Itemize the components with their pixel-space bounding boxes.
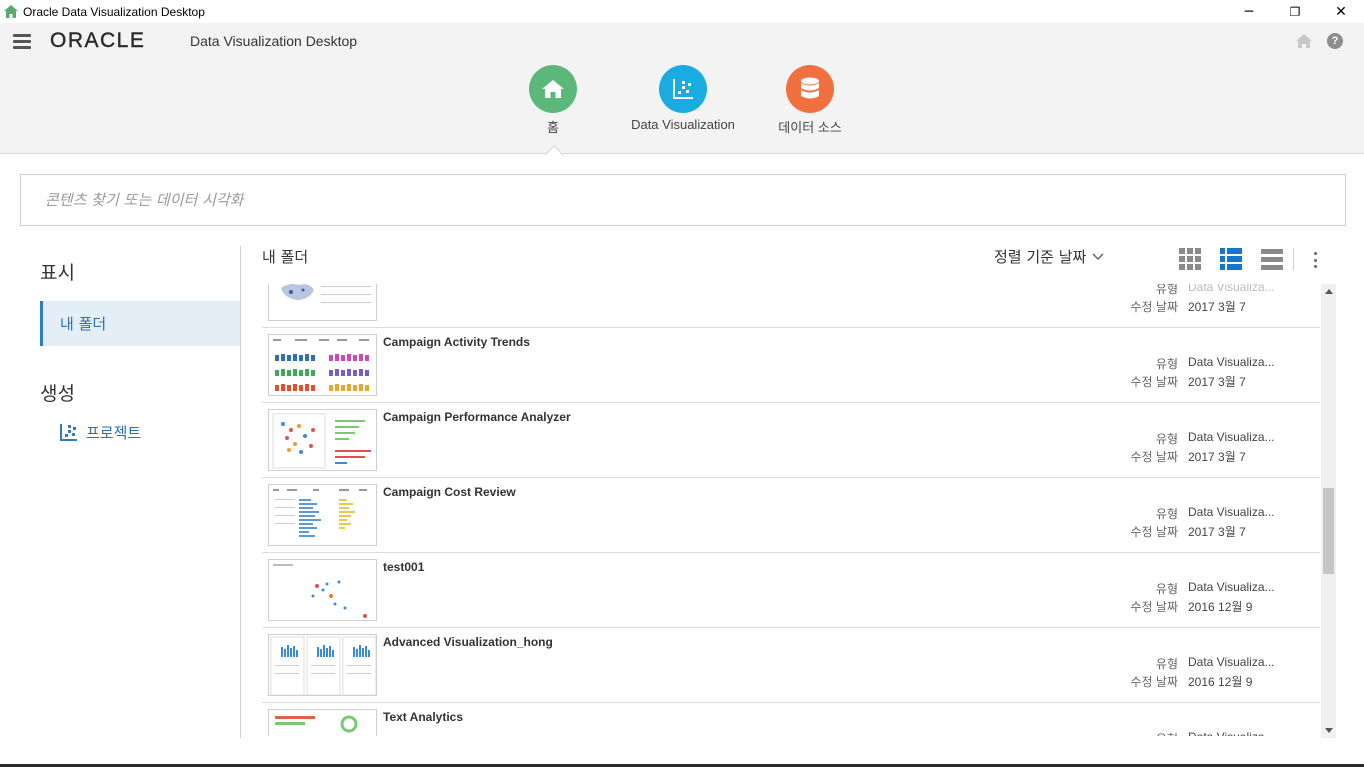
list-item[interactable]: Campaign Activity Trends 유형 Data Visualiz… bbox=[262, 328, 1320, 403]
display-heading: 표시 bbox=[40, 262, 75, 284]
type-label: 유형 bbox=[1155, 284, 1178, 296]
item-name[interactable]: Campaign Activity Trends bbox=[383, 335, 530, 349]
modified-label: 수정 날짜 bbox=[1130, 525, 1179, 539]
list-item[interactable]: Campaign Cost Review 유형 Data Visualiza...… bbox=[262, 478, 1320, 553]
maximize-button[interactable]: ❐ bbox=[1272, 0, 1318, 23]
app-home-icon bbox=[4, 5, 18, 19]
database-icon bbox=[786, 65, 834, 113]
item-type: Data Visualiza... bbox=[1188, 580, 1275, 594]
nav-data-visualization[interactable]: Data Visualization bbox=[624, 65, 742, 132]
oracle-logo: ORACLE bbox=[50, 29, 146, 52]
nav-data-sources[interactable]: 데이터 소스 bbox=[770, 65, 850, 136]
item-type: Data Visualiza... bbox=[1188, 655, 1275, 669]
item-modified: 2017 3월 7 bbox=[1188, 525, 1246, 539]
modified-label: 수정 날짜 bbox=[1130, 450, 1179, 464]
list-view-icon[interactable] bbox=[1260, 247, 1284, 271]
type-label: 유형 bbox=[1155, 507, 1178, 521]
item-type: Data Visualiza... bbox=[1188, 730, 1284, 736]
content-list: 유형 Data Visualiza... 수정 날짜 2017 3월 7 Campa… bbox=[262, 284, 1320, 736]
thumbnail-image bbox=[268, 634, 377, 696]
nav-data-sources-label: 데이터 소스 bbox=[778, 120, 842, 135]
item-type: Data Visualiza... bbox=[1188, 355, 1275, 369]
modified-label: 수정 날짜 bbox=[1130, 375, 1179, 389]
list-item[interactable]: Campaign Performance Analyzer 유형 Data Vis… bbox=[262, 403, 1320, 478]
create-project-label: 프로젝트 bbox=[86, 424, 142, 442]
app-header: ORACLE Data Visualization Desktop ? 홈 Da… bbox=[0, 23, 1364, 154]
folder-title: 내 폴더 bbox=[262, 248, 309, 266]
nav-home[interactable]: 홈 bbox=[529, 65, 577, 136]
active-nav-caret bbox=[545, 145, 563, 155]
item-type: Data Visualiza... bbox=[1188, 284, 1275, 294]
sort-label: 정렬 기준 날짜 bbox=[994, 248, 1087, 266]
nav-home-label: 홈 bbox=[547, 120, 559, 135]
close-button[interactable]: ✕ bbox=[1318, 0, 1364, 23]
sort-dropdown[interactable]: 정렬 기준 날짜 bbox=[994, 246, 1104, 267]
thumbnail-image bbox=[268, 409, 377, 471]
type-label: 유형 bbox=[1155, 657, 1178, 671]
thumbnail-image bbox=[268, 334, 377, 396]
thumbnail-image bbox=[268, 559, 377, 621]
item-modified: 2017 3월 7 bbox=[1188, 450, 1246, 464]
grid-view-icon[interactable] bbox=[1178, 247, 1202, 271]
minimize-button[interactable]: ─ bbox=[1226, 0, 1272, 23]
item-name[interactable]: Campaign Performance Analyzer bbox=[383, 410, 571, 424]
help-icon[interactable]: ? bbox=[1327, 33, 1343, 49]
chevron-down-icon bbox=[1092, 252, 1104, 260]
product-name: Data Visualization Desktop bbox=[190, 33, 358, 49]
item-modified: 2016 12월 9 bbox=[1188, 675, 1253, 689]
sidebar-item-my-folder[interactable]: 내 폴더 bbox=[40, 301, 240, 346]
search-box bbox=[20, 174, 1346, 226]
type-label: 유형 bbox=[1123, 730, 1178, 736]
modified-label: 수정 날짜 bbox=[1130, 300, 1179, 314]
hamburger-menu-icon[interactable] bbox=[13, 34, 31, 49]
sidebar-item-label: 내 폴더 bbox=[60, 315, 107, 333]
project-icon bbox=[60, 424, 77, 441]
window-title: Oracle Data Visualization Desktop bbox=[23, 4, 205, 19]
window-titlebar: Oracle Data Visualization Desktop ─ ❐ ✕ bbox=[0, 0, 1364, 23]
list-item[interactable]: test001 유형 Data Visualiza... 수정 날짜 2016 12… bbox=[262, 553, 1320, 628]
modified-label: 수정 날짜 bbox=[1130, 600, 1179, 614]
modified-label: 수정 날짜 bbox=[1130, 675, 1179, 689]
item-name[interactable]: test001 bbox=[383, 560, 424, 574]
detail-list-view-icon[interactable] bbox=[1219, 247, 1243, 271]
scroll-down-icon[interactable] bbox=[1321, 723, 1336, 738]
item-type: Data Visualiza... bbox=[1188, 505, 1275, 519]
scroll-thumb[interactable] bbox=[1323, 488, 1334, 574]
item-name[interactable]: Campaign Cost Review bbox=[383, 485, 516, 499]
create-project-link[interactable]: 프로젝트 bbox=[60, 422, 141, 443]
scatter-chart-icon bbox=[659, 65, 707, 113]
more-options-icon[interactable] bbox=[1313, 252, 1317, 268]
home-icon bbox=[529, 65, 577, 113]
item-name[interactable]: Text Analytics bbox=[383, 710, 463, 724]
thumbnail-image bbox=[268, 709, 377, 736]
item-name[interactable]: Advanced Visualization_hong bbox=[383, 635, 553, 649]
list-item[interactable]: Advanced Visualization_hong 유형 Data Visua… bbox=[262, 628, 1320, 703]
item-modified: 2016 12월 9 bbox=[1188, 600, 1253, 614]
list-scrollbar[interactable] bbox=[1321, 284, 1336, 738]
list-item[interactable]: 유형 Data Visualiza... 수정 날짜 2017 3월 7 bbox=[262, 284, 1320, 328]
item-type: Data Visualiza... bbox=[1188, 430, 1275, 444]
panel-divider bbox=[240, 246, 241, 738]
type-label: 유형 bbox=[1155, 582, 1178, 596]
nav-data-visualization-label: Data Visualization bbox=[631, 117, 735, 132]
create-heading: 생성 bbox=[40, 383, 75, 405]
type-label: 유형 bbox=[1155, 432, 1178, 446]
thumbnail-image bbox=[268, 284, 377, 321]
thumbnail-image bbox=[268, 484, 377, 546]
scroll-up-icon[interactable] bbox=[1321, 284, 1336, 299]
item-modified: 2017 3월 7 bbox=[1188, 375, 1246, 389]
toolbar-separator bbox=[1293, 248, 1294, 270]
sidebar: 표시 내 폴더 생성 프로젝트 bbox=[20, 246, 240, 736]
type-label: 유형 bbox=[1155, 357, 1178, 371]
search-input[interactable] bbox=[21, 175, 1345, 225]
list-item[interactable]: Text Analytics 유형 Data Visualiza... bbox=[262, 703, 1320, 736]
header-home-icon[interactable] bbox=[1296, 33, 1312, 52]
item-modified: 2017 3월 7 bbox=[1188, 300, 1246, 314]
